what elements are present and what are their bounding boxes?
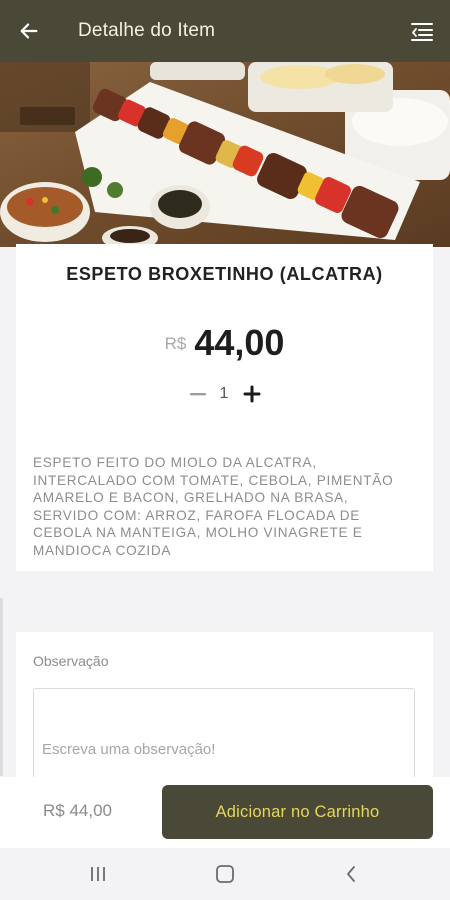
- price-display: R$ 44,00: [16, 322, 433, 364]
- back-button[interactable]: [14, 16, 44, 46]
- total-price: R$ 44,00: [43, 801, 112, 820]
- increase-quantity-button[interactable]: [240, 382, 264, 406]
- system-back-button[interactable]: [338, 862, 364, 886]
- scroll-edge: [0, 598, 3, 776]
- decrease-quantity-button[interactable]: [188, 384, 208, 404]
- item-photo: [0, 62, 450, 247]
- recent-apps-button[interactable]: [85, 862, 111, 886]
- system-navigation-bar: [0, 848, 450, 900]
- plus-icon: [243, 385, 261, 403]
- home-button[interactable]: [212, 862, 238, 886]
- item-description: ESPETO FEITO DO MIOLO DA ALCATRA, INTERC…: [33, 455, 394, 558]
- chevron-left-icon: [347, 866, 355, 882]
- menu-button[interactable]: [408, 18, 436, 46]
- observation-card: Observação: [16, 632, 433, 798]
- arrow-left-icon: [20, 23, 38, 39]
- menu-lines-icon: [411, 23, 433, 41]
- page-title: Detalhe do Item: [78, 20, 216, 41]
- observation-label: Observação: [33, 653, 109, 669]
- recent-apps-icon: [91, 867, 105, 881]
- app-header: Detalhe do Item: [0, 0, 450, 62]
- item-name: ESPETO BROXETINHO (ALCATRA): [66, 264, 383, 284]
- minus-icon: [190, 393, 206, 396]
- add-to-cart-button[interactable]: Adicionar no Carrinho: [162, 785, 433, 839]
- home-icon: [216, 865, 234, 883]
- item-card: ESPETO BROXETINHO (ALCATRA) R$ 44,00 1 ES…: [16, 244, 433, 571]
- cart-bar: R$ 44,00 Adicionar no Carrinho: [0, 777, 450, 848]
- quantity-value: 1: [219, 385, 229, 402]
- quantity-stepper: 1: [16, 380, 433, 408]
- item-price: 44,00: [194, 322, 285, 363]
- currency-symbol: R$: [164, 334, 187, 353]
